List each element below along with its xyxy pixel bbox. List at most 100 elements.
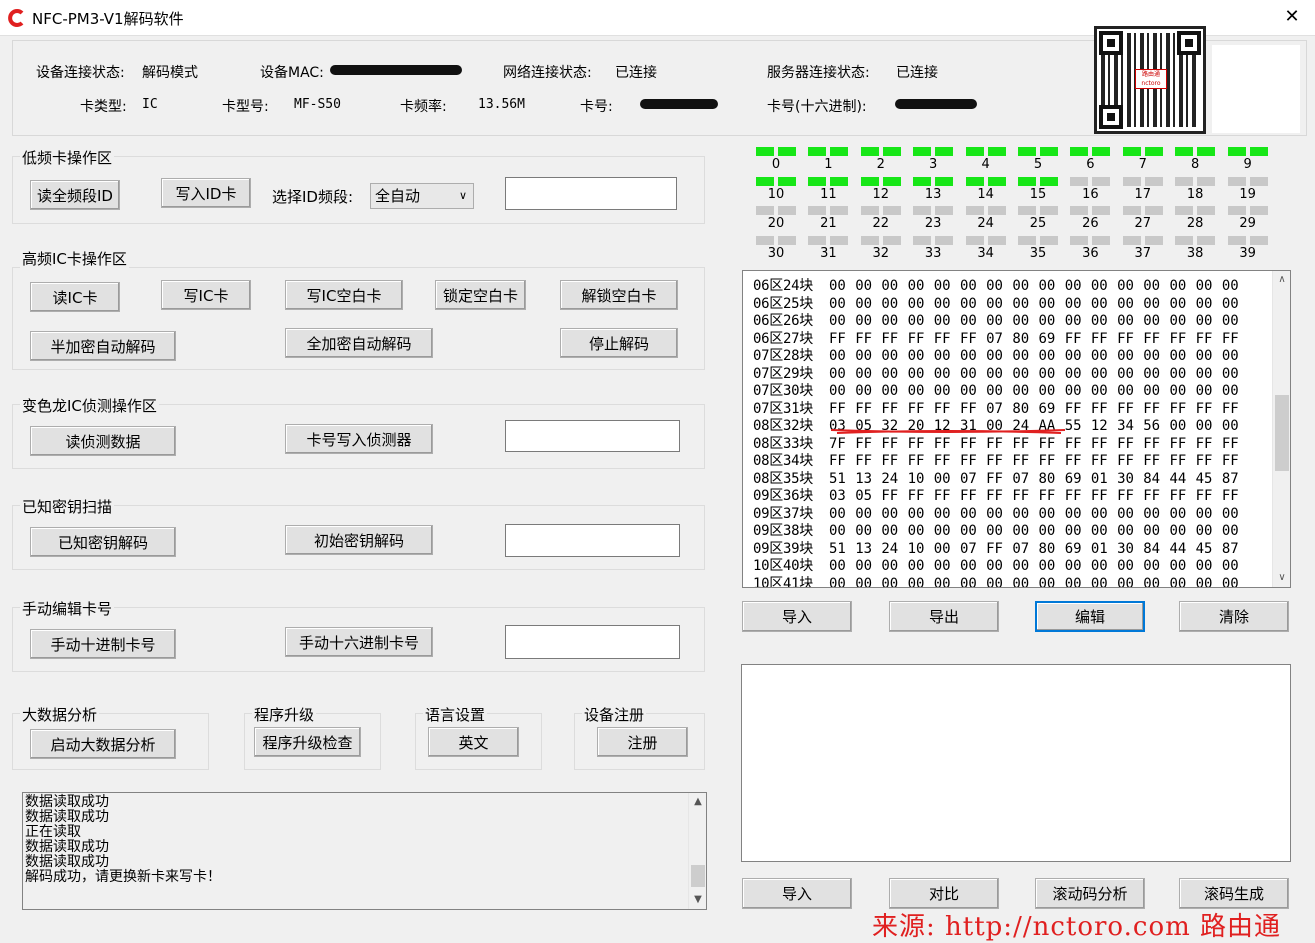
sector-status-bar bbox=[1070, 206, 1089, 215]
sector-indicator: 13 bbox=[913, 176, 954, 207]
known-key-decode-button[interactable]: 已知密钥解码 bbox=[30, 527, 176, 557]
chevron-down-icon: ∨ bbox=[458, 189, 467, 202]
close-icon[interactable]: ✕ bbox=[1269, 0, 1315, 36]
sector-status-bar bbox=[808, 176, 827, 186]
sector-indicator: 19 bbox=[1227, 176, 1268, 207]
rolling-code-generate-button[interactable]: 滚码生成 bbox=[1179, 878, 1289, 909]
write-id-button[interactable]: 写入ID卡 bbox=[161, 178, 251, 208]
clear-button[interactable]: 清除 bbox=[1179, 601, 1289, 632]
edit-button[interactable]: 编辑 bbox=[1035, 601, 1145, 632]
hex-dump-view[interactable]: 06区24块 00 00 00 00 00 00 00 00 00 00 00 00 00 00 00 00 06… bbox=[742, 270, 1291, 588]
sector-status-bar bbox=[913, 176, 932, 186]
hex-byte: 00 bbox=[1195, 575, 1213, 588]
read-ic-button[interactable]: 读IC卡 bbox=[30, 282, 120, 312]
sector-indicator: 37 bbox=[1122, 235, 1163, 266]
sector-status-bar bbox=[1144, 206, 1163, 215]
hex-row: 06区26块 00 00 00 00 00 00 00 00 00 00 00 00 00 00 00 00 bbox=[753, 310, 1248, 329]
manual-hex-card-button[interactable]: 手动十六进制卡号 bbox=[285, 627, 433, 657]
english-button[interactable]: 英文 bbox=[428, 727, 519, 757]
sector-indicator: 3 bbox=[913, 147, 954, 177]
sector-status-bar bbox=[882, 235, 901, 245]
log-output[interactable]: 数据读取成功 数据读取成功 正在读取 数据读取成功 数据读取成功 解码成功，请更换新卡来写… bbox=[22, 792, 707, 910]
sector-status-bar bbox=[808, 147, 827, 156]
upgrade-group-title: 程序升级 bbox=[252, 704, 317, 725]
sector-indicator: 5 bbox=[1018, 147, 1058, 177]
sector-status-bar bbox=[1197, 235, 1216, 245]
rolling-code-analysis-button[interactable]: 滚动码分析 bbox=[1035, 878, 1145, 909]
hex-scroll-thumb[interactable] bbox=[1275, 395, 1289, 471]
hex-scrollbar[interactable]: ∧ ∨ bbox=[1272, 271, 1290, 587]
notes-area[interactable] bbox=[741, 664, 1291, 862]
sector-status-bar bbox=[1175, 235, 1194, 245]
known-key-field[interactable] bbox=[505, 524, 680, 557]
sector-status-bar bbox=[860, 176, 879, 186]
sector-status-bar bbox=[935, 235, 954, 245]
sector-indicator: 8 bbox=[1175, 147, 1216, 177]
sector-status-bar bbox=[1070, 147, 1089, 156]
compare-button[interactable]: 对比 bbox=[889, 878, 999, 909]
read-detect-data-button[interactable]: 读侦测数据 bbox=[30, 426, 176, 456]
qr-code: 路由通 nctoro bbox=[1094, 26, 1206, 134]
sector-number: 33 bbox=[924, 245, 942, 261]
write-blank-ic-button[interactable]: 写IC空白卡 bbox=[285, 280, 403, 310]
half-encrypt-decode-button[interactable]: 半加密自动解码 bbox=[30, 331, 176, 361]
log-line: 数据读取成功 bbox=[25, 839, 109, 855]
upgrade-check-button[interactable]: 程序升级检查 bbox=[254, 727, 361, 757]
scroll-up-icon[interactable]: ∧ bbox=[1273, 271, 1290, 289]
sector-number: 11 bbox=[820, 186, 837, 202]
id-band-select[interactable]: 全自动 ∨ bbox=[370, 183, 474, 209]
sector-status-bar bbox=[1070, 235, 1089, 245]
hex-row: 07区29块 00 00 00 00 00 00 00 00 00 00 00 00 00 00 00 00 bbox=[753, 363, 1248, 382]
sector-number: 34 bbox=[977, 245, 994, 261]
sector-status-bar bbox=[1122, 176, 1141, 186]
write-ic-button[interactable]: 写IC卡 bbox=[161, 280, 251, 310]
sector-status-bar bbox=[1144, 147, 1163, 156]
manual-decimal-card-button[interactable]: 手动十进制卡号 bbox=[30, 629, 176, 659]
sector-number: 3 bbox=[929, 157, 938, 172]
export-button[interactable]: 导出 bbox=[889, 601, 999, 632]
stop-decode-button[interactable]: 停止解码 bbox=[560, 328, 678, 358]
scroll-up-icon[interactable]: ▲ bbox=[689, 793, 706, 811]
id-output-field[interactable] bbox=[505, 177, 677, 210]
scroll-down-icon[interactable]: ∨ bbox=[1273, 569, 1290, 587]
start-bigdata-button[interactable]: 启动大数据分析 bbox=[30, 729, 176, 759]
sector-number: 21 bbox=[820, 216, 837, 231]
card-model-label: 卡型号: bbox=[222, 99, 269, 115]
sector-number: 6 bbox=[1086, 157, 1095, 172]
sector-indicator: 15 bbox=[1018, 176, 1058, 207]
scroll-down-icon[interactable]: ▼ bbox=[689, 891, 706, 909]
detector-field[interactable] bbox=[505, 420, 680, 452]
log-scroll-thumb[interactable] bbox=[691, 865, 705, 887]
lock-blank-button[interactable]: 锁定空白卡 bbox=[435, 280, 526, 310]
log-line: 数据读取成功 bbox=[25, 854, 109, 870]
hex-byte: 00 bbox=[933, 575, 951, 588]
sector-number: 25 bbox=[1029, 216, 1047, 231]
import-button[interactable]: 导入 bbox=[742, 601, 852, 632]
initial-key-decode-button[interactable]: 初始密钥解码 bbox=[285, 525, 433, 555]
sector-number: 39 bbox=[1239, 245, 1256, 261]
sector-status-bar bbox=[913, 206, 932, 215]
sector-status-bar bbox=[808, 206, 827, 215]
unlock-blank-button[interactable]: 解锁空白卡 bbox=[560, 280, 678, 310]
log-scrollbar[interactable]: ▲ ▼ bbox=[688, 793, 706, 909]
hex-byte: 00 bbox=[1169, 575, 1187, 588]
hex-row: 09区39块 51 13 24 10 00 07 FF 07 80 69 01 30 84 44 45 87 bbox=[753, 538, 1248, 557]
sector-indicator: 10 bbox=[756, 176, 796, 207]
sector-status-bar bbox=[1092, 176, 1111, 186]
card-model-value: MF-S50 bbox=[294, 97, 341, 112]
bottom-import-button[interactable]: 导入 bbox=[742, 878, 852, 909]
write-detector-button[interactable]: 卡号写入侦测器 bbox=[285, 424, 433, 454]
sector-indicator: 31 bbox=[808, 235, 849, 266]
sector-status-bar bbox=[1040, 206, 1058, 215]
sector-status-bar bbox=[987, 206, 1006, 215]
sector-status-bar bbox=[1092, 206, 1111, 215]
manual-card-field[interactable] bbox=[505, 625, 680, 659]
network-value: 已连接 bbox=[615, 65, 657, 81]
manual-group-title: 手动编辑卡号 bbox=[20, 598, 115, 619]
register-button[interactable]: 注册 bbox=[597, 727, 688, 757]
read-all-id-button[interactable]: 读全频段ID bbox=[30, 180, 120, 210]
chameleon-group-title: 变色龙IC侦测操作区 bbox=[20, 395, 159, 416]
blank-panel bbox=[1212, 45, 1300, 133]
sector-status-bar bbox=[965, 206, 984, 215]
full-encrypt-decode-button[interactable]: 全加密自动解码 bbox=[285, 328, 433, 358]
